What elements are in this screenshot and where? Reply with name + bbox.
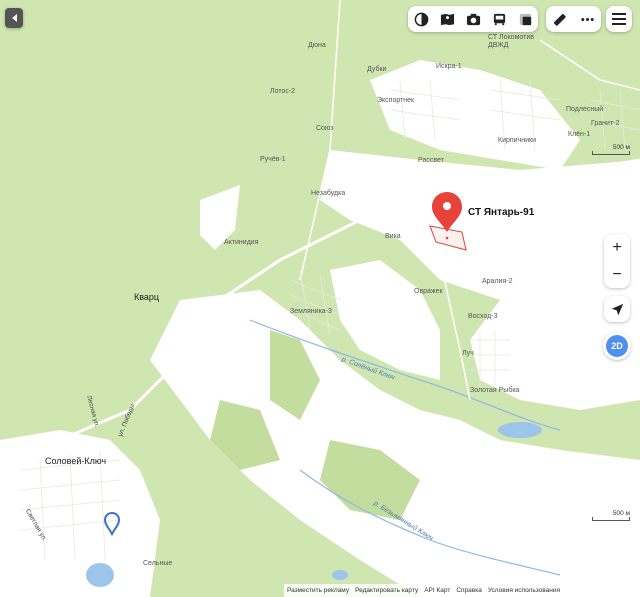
- locate-button[interactable]: [604, 296, 630, 322]
- api-link[interactable]: API Карт: [424, 587, 450, 594]
- place-label: Гранит-2: [591, 120, 620, 127]
- place-label: Искра-1: [436, 63, 462, 70]
- transport-button[interactable]: [486, 6, 512, 32]
- ruler-icon: [554, 13, 566, 26]
- place-label: Соловей-Ключ: [45, 456, 107, 466]
- geolocation-arrow-icon: [611, 303, 623, 315]
- layers-icon: [414, 12, 428, 26]
- view-mode-control: 2D: [603, 332, 631, 360]
- ruler-button[interactable]: [547, 6, 573, 32]
- place-label: Вика: [385, 233, 401, 240]
- camera-button[interactable]: [460, 6, 486, 32]
- menu-icon: [612, 13, 626, 25]
- place-label: Подлесный: [566, 106, 604, 113]
- place-label: СТ Локомотив ДВЖД: [488, 34, 534, 49]
- place-label: Дюна: [308, 42, 326, 49]
- panorama-button[interactable]: [434, 6, 460, 32]
- mode-2d-button[interactable]: 2D: [606, 335, 628, 357]
- scale-label: 500 м: [612, 144, 630, 151]
- place-label: Рассвет: [418, 157, 444, 164]
- scale-bar-line: [592, 517, 630, 521]
- terms-link[interactable]: Условия использования: [488, 587, 560, 594]
- more-button[interactable]: [574, 6, 600, 32]
- zoom-in-button[interactable]: +: [604, 234, 630, 261]
- zoom-out-button[interactable]: −: [604, 261, 630, 288]
- panorama-icon: [440, 13, 454, 25]
- place-label: Ручёв-1: [260, 156, 286, 163]
- pond: [86, 563, 114, 587]
- layers-button[interactable]: [408, 6, 434, 32]
- place-label: Союз: [316, 125, 334, 132]
- place-label: Луч: [462, 350, 474, 357]
- transport-icon: [493, 13, 505, 25]
- place-label: Восход-3: [468, 313, 498, 320]
- lake: [498, 422, 542, 438]
- place-label: Золотая Рыбка: [470, 387, 520, 394]
- ads-link[interactable]: Разместить рекламу: [287, 587, 349, 594]
- place-label: Аралия-2: [482, 278, 513, 285]
- help-link[interactable]: Справка: [456, 587, 482, 594]
- tools-toolbar: [546, 6, 601, 32]
- chevron-left-icon: [11, 14, 17, 22]
- scale-bar-line: [592, 151, 630, 155]
- place-label: Кварц: [134, 292, 160, 302]
- place-label: Актинидия: [224, 239, 259, 246]
- attribution-bar: Разместить рекламу Редактировать карту A…: [284, 584, 640, 597]
- plot-center-dot: [445, 236, 449, 240]
- traffic-icon: [519, 13, 531, 25]
- more-icon: [581, 17, 594, 21]
- scale-label: 500 м: [612, 510, 630, 517]
- edit-map-link[interactable]: Редактировать карту: [355, 587, 418, 594]
- camera-icon: [466, 13, 480, 25]
- scale-bar: 500 м: [592, 144, 630, 155]
- menu-button[interactable]: [606, 6, 632, 32]
- scale-bar-bottom: 500 м: [592, 510, 630, 521]
- place-label: Незабудка: [311, 190, 346, 197]
- marker-title[interactable]: СТ Янтарь-91: [468, 207, 534, 218]
- sidebar-toggle-button[interactable]: [5, 8, 23, 28]
- place-label: Экспортнек: [377, 97, 415, 104]
- place-label: Клён-1: [568, 131, 591, 138]
- place-label: Земляника-3: [290, 308, 332, 315]
- place-label: Сельные: [143, 560, 173, 567]
- place-label: Лотос-2: [270, 88, 296, 95]
- traffic-button[interactable]: [512, 6, 538, 32]
- place-label: Кирпичники: [498, 137, 536, 144]
- map-canvas[interactable]: [0, 0, 640, 597]
- pond: [332, 570, 348, 580]
- place-label: Овражек: [414, 288, 443, 295]
- zoom-controls: + −: [604, 234, 630, 288]
- place-label: Дубки: [367, 66, 387, 73]
- map-layers-toolbar: [408, 6, 538, 32]
